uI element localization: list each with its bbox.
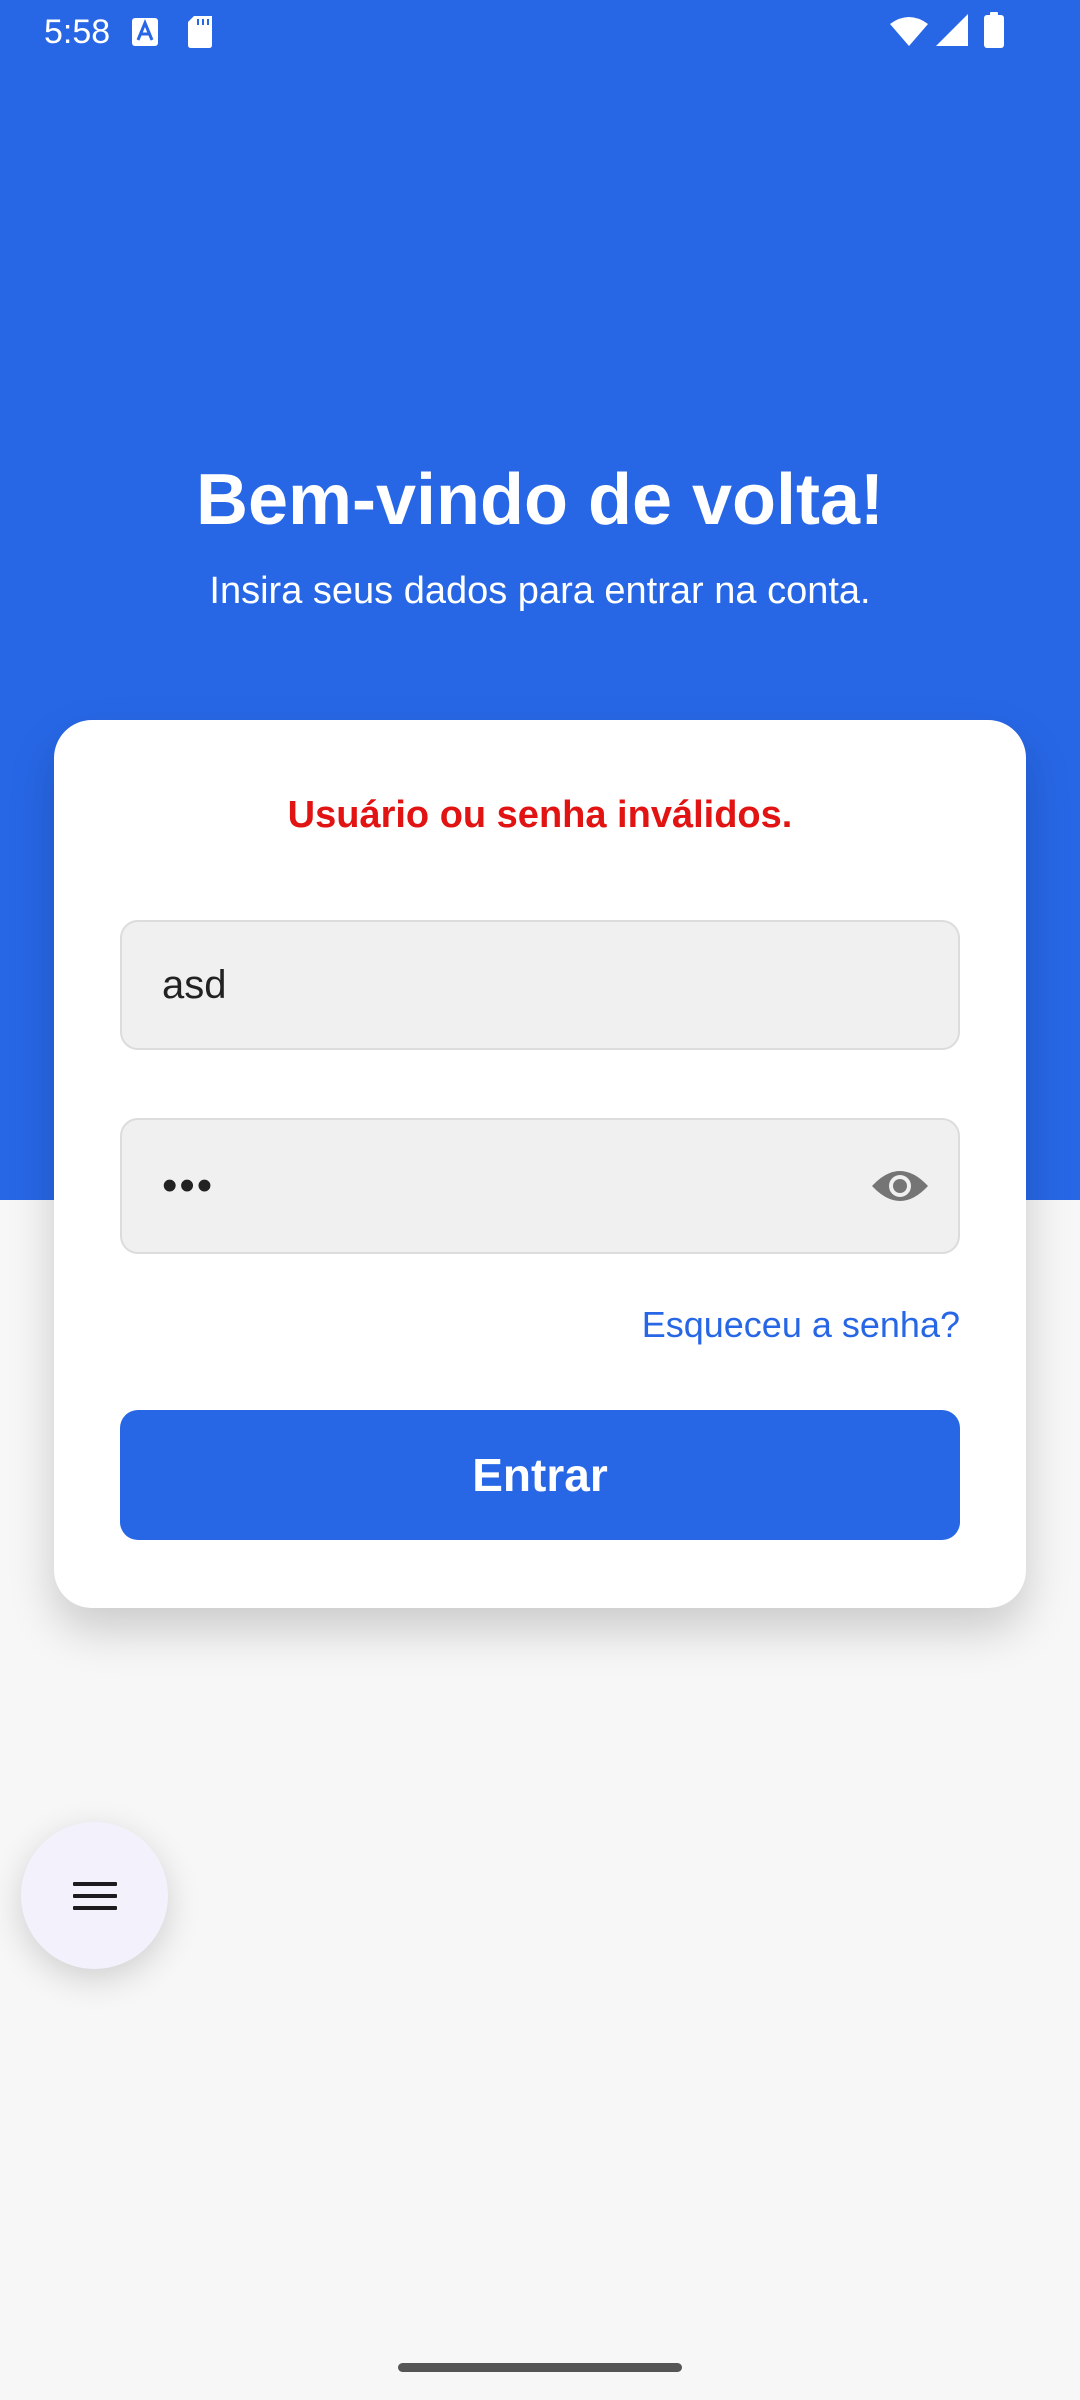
username-field[interactable] [120, 920, 960, 1050]
show-password-icon[interactable] [870, 1166, 930, 1206]
username-input[interactable] [162, 922, 862, 1048]
login-card: Usuário ou senha inválidos. Esqueceu a s… [54, 720, 1026, 1608]
status-bar: 5:58 [0, 0, 1080, 62]
page-title: Bem-vindo de volta! [195, 460, 885, 540]
wifi-icon [890, 16, 928, 51]
signal-icon [936, 14, 968, 51]
home-indicator[interactable] [398, 2363, 682, 2372]
sd-card-icon [188, 16, 214, 53]
font-a-icon [132, 18, 158, 51]
error-message: Usuário ou senha inválidos. [287, 794, 793, 836]
password-input[interactable] [162, 1120, 862, 1252]
status-time: 5:58 [44, 13, 111, 51]
battery-icon [984, 12, 1004, 53]
page-subtitle: Insira seus dados para entrar na conta. [209, 570, 871, 612]
forgot-password-link[interactable]: Esqueceu a senha? [642, 1302, 960, 1348]
menu-icon [72, 1881, 117, 1910]
login-button[interactable]: Entrar [120, 1410, 960, 1540]
menu-fab[interactable] [21, 1822, 168, 1969]
password-field[interactable] [120, 1118, 960, 1254]
